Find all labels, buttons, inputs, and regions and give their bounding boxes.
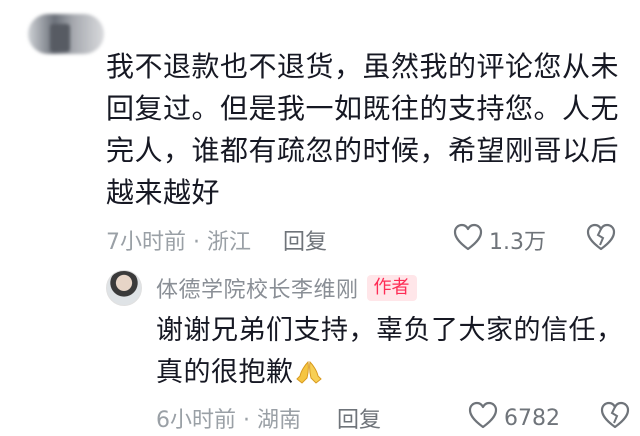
author-badge: 作者: [366, 275, 417, 301]
reply-header: 体德学院校长李维刚 作者: [156, 272, 417, 304]
author-avatar[interactable]: [106, 270, 142, 306]
dislike-button[interactable]: [586, 223, 616, 257]
reply-button[interactable]: 回复: [283, 224, 327, 256]
reply-dislike-button[interactable]: [600, 401, 630, 435]
like-count: 1.3万: [489, 230, 546, 255]
reply-reply-button[interactable]: 回复: [337, 402, 381, 434]
broken-heart-icon: [586, 223, 616, 257]
comment-text: 我不退款也不退货，虽然我的评论您从未回复过。但是我一如既往的支持您。人无完人，谁…: [106, 50, 620, 209]
reply-author-name[interactable]: 体德学院校长李维刚: [156, 272, 359, 304]
reply-text-content: 谢谢兄弟们支持，辜负了大家的信任，真的很抱歉: [156, 315, 624, 388]
commenter-avatar[interactable]: [28, 14, 104, 54]
reply-like-button[interactable]: 6782: [468, 401, 560, 435]
heart-outline-icon: [453, 223, 489, 257]
broken-heart-icon: [600, 401, 630, 435]
reply-text: 谢谢兄弟们支持，辜负了大家的信任，真的很抱歉: [156, 310, 626, 394]
like-button[interactable]: 1.3万: [453, 223, 546, 257]
comment-meta: 7小时前 · 浙江 回复 1.3万: [106, 222, 626, 258]
praying-hands-emoji: [294, 356, 324, 384]
reply-meta: 6小时前 · 湖南 回复 6782: [156, 400, 640, 436]
reply-time-location: 6小时前 · 湖南: [156, 408, 301, 433]
heart-outline-icon: [468, 401, 504, 435]
reply-like-count: 6782: [504, 405, 560, 431]
comment-time-location: 7小时前 · 浙江: [106, 230, 251, 255]
